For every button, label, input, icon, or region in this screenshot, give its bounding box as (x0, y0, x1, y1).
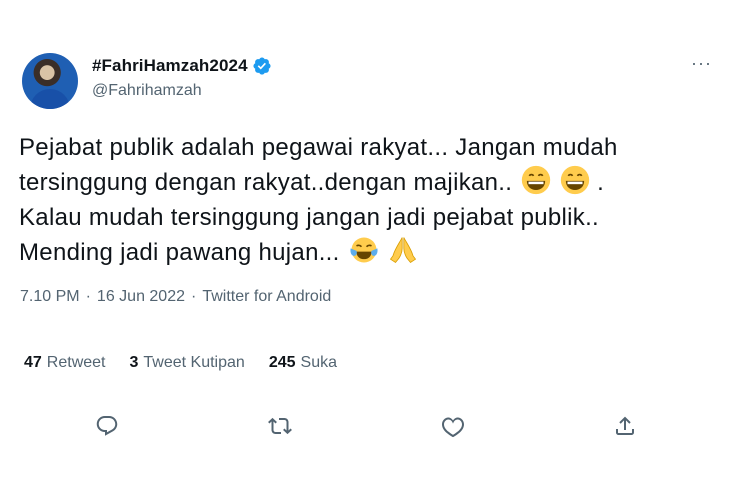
like-stat[interactable]: 245 Suka (269, 354, 337, 372)
tweet-line: tersinggung dengan rakyat..dengan majika… (19, 165, 719, 200)
retweet-icon (268, 417, 292, 435)
tweet-line: Pejabat publik adalah pegawai rakyat... … (19, 134, 618, 161)
tweet-text: Pejabat publik adalah pegawai rakyat... … (19, 130, 719, 270)
grinning-emoji-icon (561, 165, 590, 195)
reply-icon (96, 416, 118, 436)
like-icon (442, 417, 464, 438)
avatar[interactable] (22, 53, 78, 109)
quote-stat[interactable]: 3 Tweet Kutipan (130, 354, 245, 372)
tweet-date[interactable]: 16 Jun 2022 (97, 288, 185, 306)
tweet-source[interactable]: Twitter for Android (202, 288, 331, 306)
retweet-button[interactable] (262, 408, 298, 444)
tweet-line-text: Mending jadi pawang hujan... (19, 239, 340, 266)
tweet-line: Kalau mudah tersinggung jangan jadi peja… (19, 204, 600, 231)
share-icon (616, 416, 634, 435)
grinning-emoji-icon (522, 165, 551, 195)
like-label: Suka (300, 354, 337, 371)
tweet-time[interactable]: 7.10 PM (20, 288, 80, 306)
meta-separator: · (85, 288, 91, 305)
tweet-stats: 47 Retweet 3 Tweet Kutipan 245 Suka (24, 354, 337, 372)
like-button[interactable] (435, 408, 471, 444)
quote-label: Tweet Kutipan (143, 354, 245, 371)
tweet-actions (0, 408, 732, 444)
tweet-line-text: tersinggung dengan rakyat..dengan majika… (19, 169, 513, 196)
verified-badge-icon (253, 57, 271, 75)
folded-hands-emoji-icon (389, 237, 416, 264)
quote-count: 3 (129, 354, 139, 371)
tweet-header: #FahriHamzah2024 @Fahrihamzah ··· (22, 50, 712, 110)
like-count: 245 (268, 354, 296, 371)
tears-of-joy-emoji-icon (350, 237, 378, 263)
retweet-count: 47 (24, 354, 42, 371)
tweet-meta: 7.10 PM · 16 Jun 2022 · Twitter for Andr… (20, 288, 331, 306)
user-handle[interactable]: @Fahrihamzah (92, 82, 202, 100)
name-line: #FahriHamzah2024 (92, 56, 272, 76)
retweet-stat[interactable]: 47 Retweet (24, 354, 106, 372)
tweet-line: Mending jadi pawang hujan... (19, 235, 719, 270)
share-button[interactable] (607, 408, 643, 444)
retweet-label: Retweet (46, 354, 106, 371)
reply-button[interactable] (89, 408, 125, 444)
tweet-line-suffix: . (597, 169, 605, 196)
display-name[interactable]: #FahriHamzah2024 (92, 56, 248, 76)
more-options-icon[interactable]: ··· (691, 54, 712, 72)
meta-separator: · (191, 288, 197, 305)
